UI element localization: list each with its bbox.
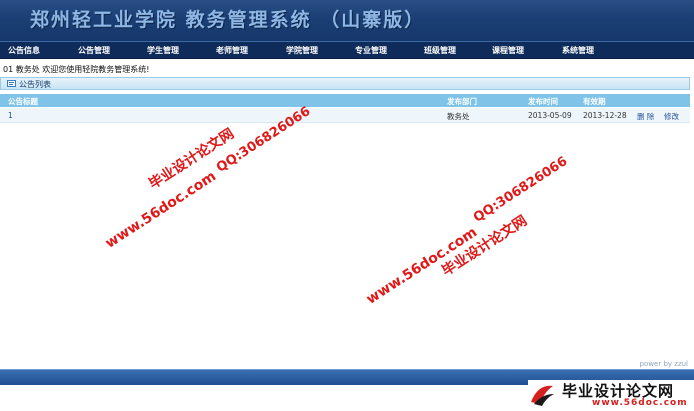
nav-student-management[interactable]: 学生管理 (147, 45, 179, 56)
list-icon (7, 79, 16, 90)
logo-mark-icon (528, 382, 556, 408)
nav-teacher-management[interactable]: 老师管理 (216, 45, 248, 56)
delete-link[interactable]: 删 除 (637, 111, 654, 122)
table-row: 1 教务处 2013-05-09 2013-12-28 删 除 修改 (0, 108, 690, 123)
table-header: 公告标题 发布部门 发布时间 有效期 (0, 94, 690, 107)
main-nav: 公告信息 公告管理 学生管理 老师管理 学院管理 专业管理 班级管理 课程管理 … (0, 41, 694, 59)
logo-url: www.56doc.com (592, 398, 688, 408)
column-header-title: 公告标题 (8, 97, 38, 106)
nav-announcements[interactable]: 公告信息 (8, 45, 40, 56)
nav-system-management[interactable]: 系统管理 (562, 45, 594, 56)
site-logo: 毕业设计论文网 www.56doc.com (528, 380, 694, 411)
announcement-department: 教务处 (447, 112, 470, 121)
announcement-publish-date: 2013-05-09 (528, 111, 572, 120)
edit-link[interactable]: 修改 (664, 111, 679, 122)
announcement-title-link[interactable]: 1 (8, 111, 13, 120)
app-title: 郑州轻工业学院 教务管理系统 （山寨版） (30, 9, 426, 31)
welcome-message: 01 教务处 欢迎您使用轻院教务管理系统! (3, 65, 150, 74)
panel-header: 公告列表 (0, 77, 690, 90)
panel-title: 公告列表 (19, 80, 51, 89)
power-by-text: power by zzul (639, 360, 688, 368)
announcement-expiry-date: 2013-12-28 (583, 111, 627, 120)
nav-course-management[interactable]: 课程管理 (492, 45, 524, 56)
nav-announcement-management[interactable]: 公告管理 (78, 45, 110, 56)
nav-class-management[interactable]: 班级管理 (424, 45, 456, 56)
column-header-department: 发布部门 (447, 97, 477, 106)
column-header-expiry: 有效期 (583, 97, 606, 106)
column-header-publish-date: 发布时间 (528, 97, 558, 106)
nav-college-management[interactable]: 学院管理 (286, 45, 318, 56)
header-banner: 郑州轻工业学院 教务管理系统 （山寨版） (0, 0, 694, 41)
nav-major-management[interactable]: 专业管理 (355, 45, 387, 56)
